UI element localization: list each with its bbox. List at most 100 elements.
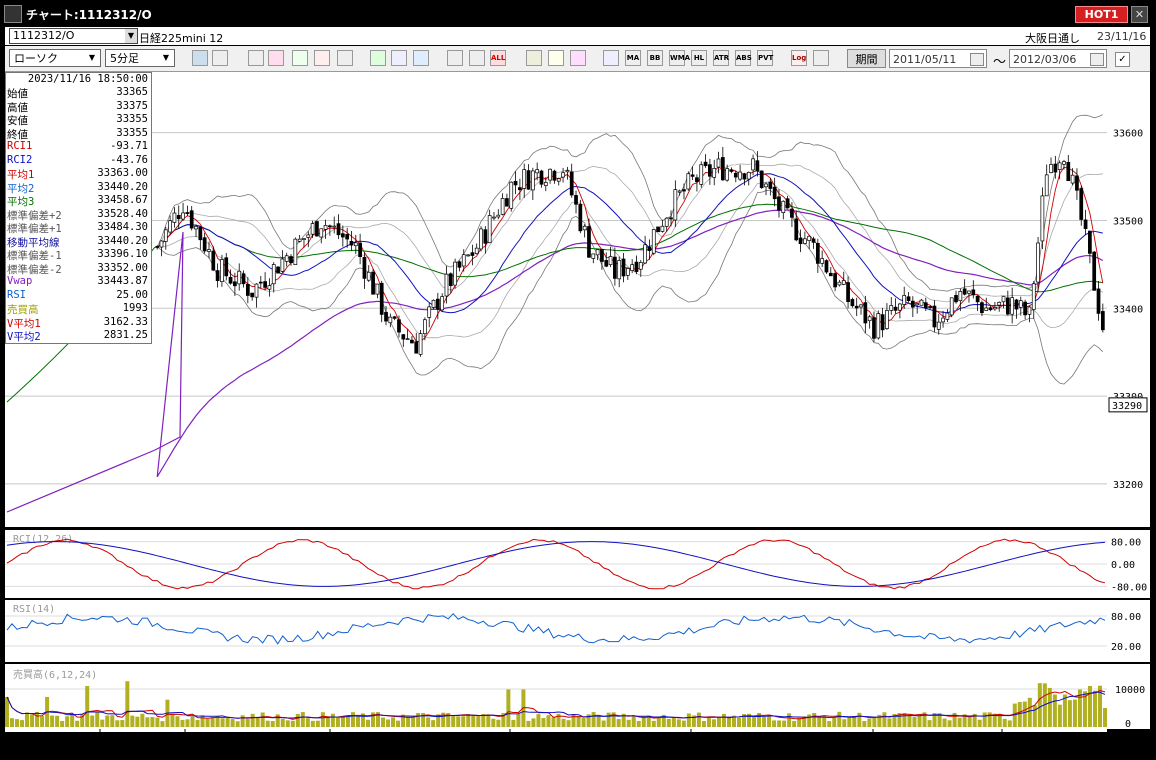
volume-bar — [185, 719, 190, 727]
window-title: チャート:1112312/O — [26, 8, 152, 22]
calendar-icon[interactable] — [1090, 53, 1104, 66]
warning-icon[interactable] — [337, 50, 353, 66]
tool-icon[interactable] — [314, 50, 330, 66]
volume-bar — [666, 718, 671, 727]
candle — [1053, 163, 1058, 173]
candle — [397, 319, 401, 333]
undo-icon[interactable] — [413, 50, 429, 66]
chevron-down-icon[interactable]: ▼ — [85, 51, 99, 65]
volume-bar — [516, 713, 521, 727]
tool-icon[interactable] — [248, 50, 264, 66]
cursor-icon[interactable] — [391, 50, 407, 66]
volume-bar — [711, 719, 716, 727]
volume-bar — [65, 716, 70, 727]
price-tick-label: 33400 — [1113, 304, 1143, 315]
ma-button[interactable]: MA — [625, 50, 641, 66]
volume-bar — [60, 720, 65, 727]
settings-icon[interactable] — [526, 50, 542, 66]
tool-icon[interactable] — [548, 50, 564, 66]
volume-bar — [576, 715, 581, 727]
volume-bar — [767, 715, 772, 727]
info-value: 33352.00 — [97, 261, 148, 274]
candle — [803, 238, 807, 244]
info-row: V平均2 2831.25 — [7, 329, 150, 343]
candle — [479, 228, 483, 250]
info-label: RSI — [7, 288, 26, 301]
volume-bar — [466, 714, 471, 727]
volume-bar — [721, 713, 726, 727]
volume-bar — [762, 716, 767, 727]
close-button[interactable]: ✕ — [1131, 6, 1148, 23]
candle — [1018, 300, 1023, 308]
hot-button[interactable]: HOT1 — [1075, 6, 1128, 23]
hl-button[interactable]: HL — [691, 50, 707, 66]
wma-button[interactable]: WMA — [669, 50, 690, 66]
candle — [435, 298, 440, 310]
candle — [358, 242, 362, 257]
tool-icon[interactable] — [469, 50, 485, 66]
candle — [967, 290, 971, 294]
candle — [250, 292, 255, 298]
tool-icon[interactable] — [447, 50, 463, 66]
chevron-down-icon[interactable]: ▼ — [159, 51, 173, 65]
candle — [474, 247, 479, 254]
candle — [1070, 174, 1075, 184]
candle — [582, 225, 587, 231]
volume-bar — [596, 716, 601, 727]
crosshair-icon[interactable] — [212, 50, 228, 66]
price-chart[interactable]: 33600335003340033300332003329080.000.00-… — [5, 72, 1150, 732]
volume-bar — [486, 714, 491, 727]
info-value: 33363.00 — [97, 167, 148, 179]
volume-bar — [526, 720, 531, 727]
log-button[interactable]: Log — [791, 50, 807, 66]
candle — [729, 169, 734, 172]
abs-button[interactable]: ABS — [735, 50, 752, 66]
export-icon[interactable] — [813, 50, 829, 66]
period-button[interactable]: 期間 — [847, 49, 886, 68]
date-from-input[interactable]: 2011/05/11 — [889, 49, 987, 68]
zoom-icon[interactable] — [192, 50, 208, 66]
calendar-icon[interactable] — [970, 53, 984, 66]
candle — [738, 171, 742, 180]
volume-bar — [386, 719, 391, 727]
volume-bar — [476, 716, 481, 727]
indicator-icon[interactable] — [603, 50, 619, 66]
candle — [513, 180, 518, 186]
chevron-down-icon[interactable]: ▼ — [125, 29, 137, 43]
candle — [837, 281, 842, 286]
volume-bar — [210, 717, 215, 727]
palette-icon[interactable] — [570, 50, 586, 66]
chart-type-select[interactable]: ローソク ▼ — [9, 49, 101, 67]
candle — [328, 225, 332, 228]
info-row: 平均1 33363.00 — [7, 167, 150, 181]
info-value: 1993 — [122, 302, 148, 314]
date-to-input[interactable]: 2012/03/06 — [1009, 49, 1107, 68]
volume-bar — [626, 719, 631, 727]
candle — [207, 249, 211, 252]
volume-bar — [1067, 700, 1072, 727]
candle — [379, 282, 384, 315]
rci-tick-label: 80.00 — [1111, 538, 1141, 549]
candle — [613, 256, 617, 279]
code-select[interactable]: 1112312/O ▼ — [9, 28, 138, 44]
tool-icon[interactable] — [268, 50, 284, 66]
apply-checkbox[interactable]: ✓ — [1115, 52, 1130, 67]
atr-button[interactable]: ATR — [713, 50, 729, 66]
candle — [759, 170, 764, 188]
pen-icon[interactable] — [370, 50, 386, 66]
all-button[interactable]: ALL — [490, 50, 506, 66]
interval-select[interactable]: 5分足 ▼ — [105, 49, 175, 67]
candle — [695, 177, 699, 183]
candle — [224, 257, 229, 277]
tool-icon[interactable] — [292, 50, 308, 66]
candle — [893, 306, 898, 311]
candle — [660, 225, 665, 232]
volume-bar — [255, 718, 260, 727]
candle — [1079, 188, 1084, 220]
candle — [181, 212, 185, 220]
candle — [297, 238, 302, 242]
bb-button[interactable]: BB — [647, 50, 663, 66]
pvt-button[interactable]: PVT — [757, 50, 773, 66]
rsi-tick-label: 80.00 — [1111, 612, 1141, 623]
info-panel: 2023/11/16 18:50:00 始値 33365 高値 33375 安値 3335… — [5, 72, 152, 344]
